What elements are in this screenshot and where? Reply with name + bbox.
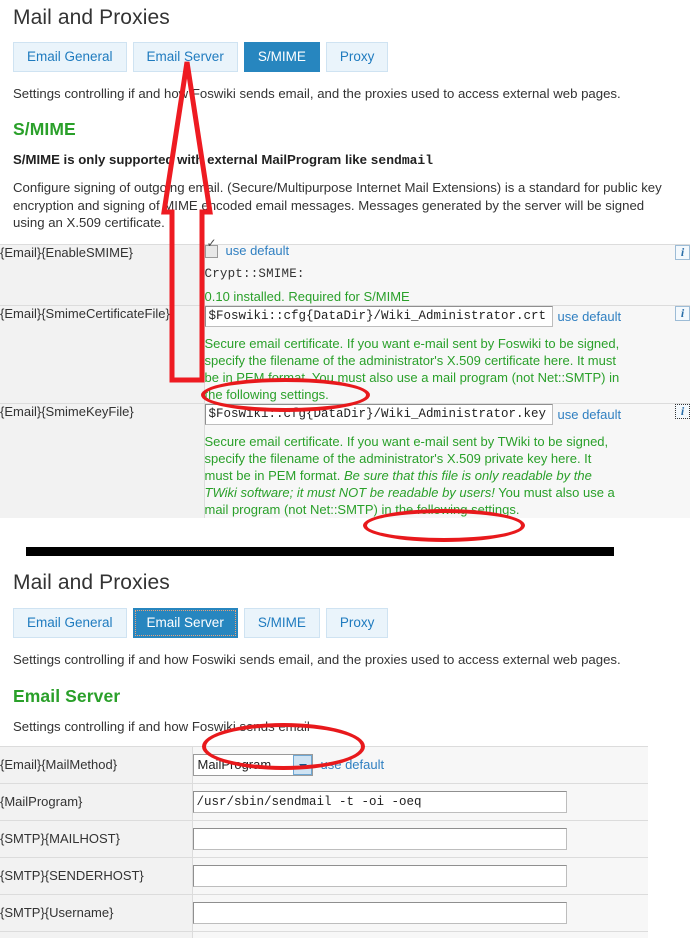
use-default-link[interactable]: use default [321,757,385,772]
info-icon[interactable]: i [675,403,690,419]
mail-and-proxies-panel-smime: Mail and Proxies Email General Email Serv… [0,0,690,518]
tab-bar-top: Email General Email Server S/MIME Proxy [0,42,690,72]
setting-key-smtp-password: {SMTP}{Password} [0,930,193,938]
setting-value-enablesmime: use default Crypt::SMIME: 0.10 installed… [204,243,653,305]
divider-bar [26,547,614,556]
setting-value-smimecertificatefile: use default Secure email certificate. If… [204,304,652,403]
page-title: Mail and Proxies [13,6,170,29]
setting-value-smtp-mailhost [192,819,648,857]
tab-email-general[interactable]: Email General [13,608,127,638]
table-row: {SMTP}{Password} [0,930,648,938]
setting-value-smtp-senderhost [192,856,648,894]
setting-info-cell: i [652,243,690,305]
module-name-text: Crypt::SMIME: [204,266,305,281]
tab-email-server[interactable]: Email Server [132,608,238,638]
screenshot-root: Mail and Proxies Email General Email Serv… [0,0,690,938]
section-heading-smime: S/MIME [13,119,76,139]
smime-key-file-input[interactable] [204,403,553,425]
smtp-username-input[interactable] [192,901,567,924]
module-status-text: 0.10 installed. Required for S/MIME [204,288,410,304]
tab-email-general[interactable]: Email General [13,42,127,72]
table-row: {MailProgram} [0,782,648,820]
tab-smime[interactable]: S/MIME [243,608,320,638]
table-row: {SMTP}{SENDERHOST} [0,856,648,894]
setting-key-smtp-mailhost: {SMTP}{MAILHOST} [0,819,193,857]
mail-method-select-wrap: MailProgram [192,753,313,776]
setting-key-enablesmime: {Email}{EnableSMIME} [0,243,205,305]
setting-value-smtp-password [192,930,648,938]
smtp-mailhost-input[interactable] [192,827,567,850]
smime-support-note-text: S/MIME is only supported with external M… [13,152,371,167]
mail-program-input[interactable] [192,790,567,813]
info-icon[interactable]: i [675,305,690,321]
mail-and-proxies-panel-emailserver: Mail and Proxies Email General Email Serv… [0,565,690,938]
setting-key-mailmethod: {Email}{MailMethod} [0,745,193,783]
setting-description: Secure email certificate. If you want e-… [205,433,625,518]
table-row: {SMTP}{MAILHOST} [0,819,648,857]
use-default-checkbox[interactable] [204,244,218,258]
use-default-link[interactable]: use default [558,407,622,422]
setting-key-smtp-senderhost: {SMTP}{SENDERHOST} [0,856,193,894]
smime-support-note-mono: sendmail [370,153,434,168]
email-server-settings-table: {Email}{MailMethod} MailProgram use defa… [0,745,648,938]
setting-value-smtp-username [192,893,648,931]
panel-intro-text: Settings controlling if and how Foswiki … [13,652,621,667]
setting-info-cell: i [652,304,690,403]
tab-proxy[interactable]: Proxy [325,608,389,638]
tab-proxy[interactable]: Proxy [325,42,389,72]
setting-description: Secure email certificate. If you want e-… [204,335,620,402]
info-icon[interactable]: i [675,244,690,260]
panel-intro-text: Settings controlling if and how Foswiki … [13,86,621,101]
use-default-link[interactable]: use default [558,309,622,324]
tab-smime[interactable]: S/MIME [243,42,320,72]
setting-key-smtp-username: {SMTP}{Username} [0,893,193,931]
tab-bar-bottom: Email General Email Server S/MIME Proxy [0,608,690,638]
setting-value-mailprogram [192,782,648,820]
setting-key-mailprogram: {MailProgram} [0,782,193,820]
smime-certificate-file-input[interactable] [204,305,553,327]
smtp-senderhost-input[interactable] [192,864,567,887]
table-row: {SMTP}{Username} [0,893,648,931]
setting-key-smimekeyfile: {Email}{SmimeKeyFile} [0,402,205,518]
table-row: {Email}{SmimeKeyFile} use default Secure… [0,402,690,518]
smime-support-note: S/MIME is only supported with external M… [0,151,690,169]
use-default-link[interactable]: use default [226,243,290,258]
table-row: {Email}{EnableSMIME} use default Crypt::… [0,243,690,305]
use-default-control: use default [204,243,653,258]
setting-key-smimecertificatefile: {Email}{SmimeCertificateFile} [0,304,205,403]
section-subtitle: Settings controlling if and how Foswiki … [13,719,310,734]
setting-info-cell: i [652,402,690,518]
setting-value-mailmethod: MailProgram use default [192,745,648,783]
mail-method-select[interactable]: MailProgram [192,753,313,776]
page-title: Mail and Proxies [13,571,170,594]
table-row: {Email}{SmimeCertificateFile} use defaul… [0,304,690,403]
tab-email-server[interactable]: Email Server [132,42,238,72]
smime-settings-table: {Email}{EnableSMIME} use default Crypt::… [0,243,690,518]
section-heading-email-server: Email Server [13,686,121,706]
setting-value-smimekeyfile: use default Secure email certificate. If… [204,402,652,518]
smime-description: Configure signing of outgoing email. (Se… [13,180,662,230]
table-row: {Email}{MailMethod} MailProgram use defa… [0,745,648,783]
